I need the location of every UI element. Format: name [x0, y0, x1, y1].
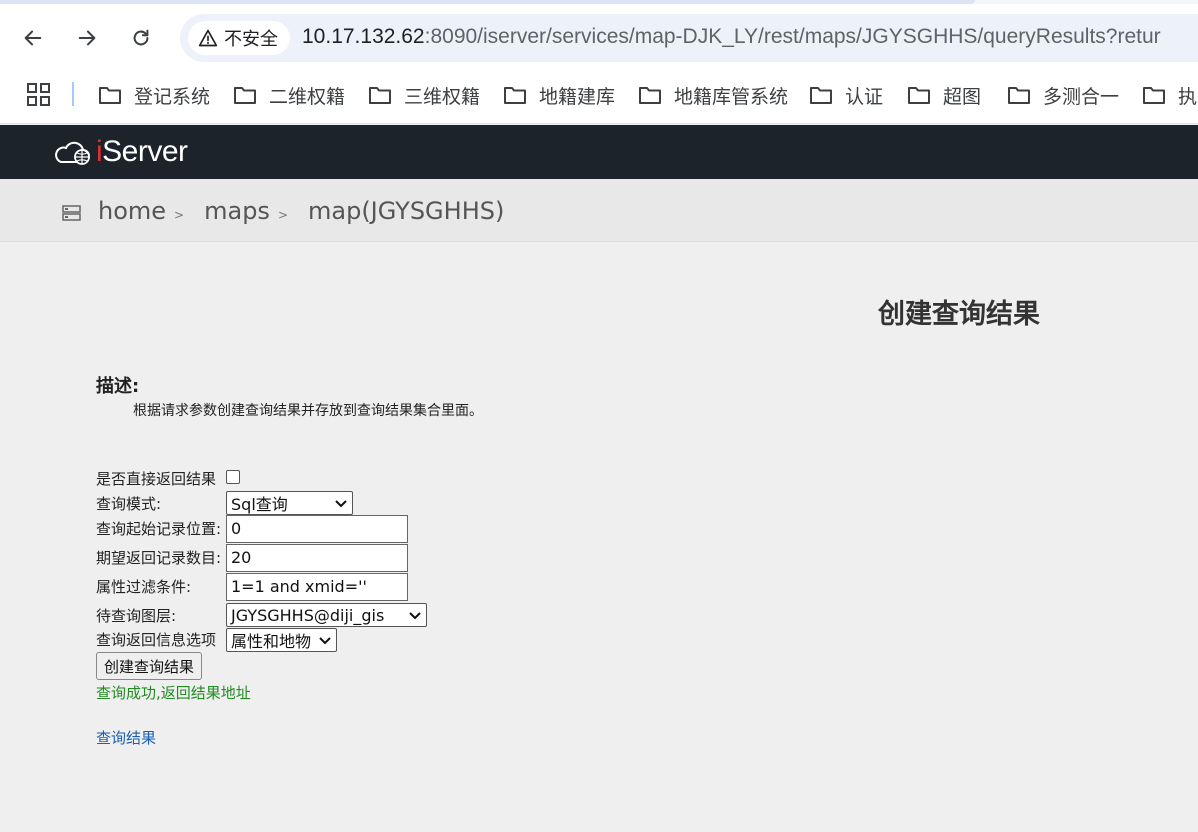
- iserver-header: iServer: [0, 125, 1198, 179]
- folder-icon: [369, 87, 391, 104]
- filter-input[interactable]: 1=1 and xmid='': [226, 573, 408, 601]
- folder-icon: [99, 87, 121, 104]
- url-text[interactable]: 10.17.132.62:8090/iserver/services/map-D…: [302, 25, 1161, 49]
- bookmark-label: 登记系统: [134, 85, 211, 108]
- breadcrumb-trail: home > maps > map(JGYSGHHS): [98, 197, 504, 225]
- breadcrumb: home > maps > map(JGYSGHHS): [0, 179, 1198, 242]
- create-query-button[interactable]: 创建查询结果: [96, 652, 203, 680]
- bookmark-folder[interactable]: 登记系统: [98, 80, 210, 110]
- iserver-logo[interactable]: iServer: [52, 133, 188, 171]
- bookmark-label: 多测合一: [1043, 85, 1120, 108]
- filter-label: 属性过滤条件:: [96, 578, 192, 596]
- apps-grid-icon[interactable]: [26, 82, 52, 108]
- bookmarks-bar: 登记系统 二维权籍 三维权籍 地籍建库 地籍库管系统 认证 超图 多测合一 执: [0, 68, 1198, 124]
- chevron-down-icon: [409, 612, 421, 620]
- layer-label: 待查询图层:: [96, 607, 177, 625]
- folder-icon: [504, 87, 526, 104]
- folder-icon: [1008, 87, 1030, 104]
- return-direct-label: 是否直接返回结果: [96, 470, 217, 488]
- bookmark-label: 执: [1178, 85, 1198, 108]
- warning-icon: [198, 29, 218, 47]
- start-record-input[interactable]: 0: [226, 515, 408, 543]
- logo-server: Server: [102, 135, 188, 168]
- breadcrumb-home[interactable]: home: [98, 197, 166, 225]
- back-arrow-icon: [24, 30, 42, 46]
- breadcrumb-maps[interactable]: maps: [204, 197, 270, 225]
- back-button[interactable]: [15, 20, 51, 56]
- address-bar[interactable]: 不安全 10.17.132.62:8090/iserver/services/m…: [180, 14, 1198, 62]
- bookmarks-separator: [72, 82, 74, 106]
- chevron-down-icon: [319, 637, 331, 645]
- folder-icon: [234, 87, 256, 104]
- layer-select[interactable]: JGYSGHHS@diji_gis: [226, 603, 427, 627]
- bookmark-folder[interactable]: 超图: [907, 80, 981, 110]
- chevron-down-icon: [335, 500, 347, 508]
- bookmark-label: 三维权籍: [404, 85, 481, 108]
- bookmark-label: 二维权籍: [269, 85, 346, 108]
- bookmark-folder[interactable]: 认证: [809, 80, 883, 110]
- bookmark-label: 超图: [943, 85, 982, 108]
- security-indicator[interactable]: 不安全: [188, 21, 290, 55]
- layer-value: JGYSGHHS@diji_gis: [231, 605, 385, 625]
- bookmark-label: 地籍建库: [539, 85, 616, 108]
- logo-text: iServer: [96, 135, 188, 169]
- description-text: 根据请求参数创建查询结果并存放到查询结果集合里面。: [133, 403, 483, 419]
- breadcrumb-current[interactable]: map(JGYSGHHS): [308, 197, 504, 225]
- cloud-globe-icon: [55, 141, 90, 165]
- server-icon: [62, 205, 81, 221]
- bookmark-label: 认证: [845, 85, 884, 108]
- return-option-select[interactable]: 属性和地物: [226, 628, 337, 652]
- security-label: 不安全: [224, 29, 278, 50]
- folder-icon: [1143, 87, 1165, 104]
- query-mode-select[interactable]: Sql查询: [226, 491, 353, 515]
- url-host: 10.17.132.62: [302, 25, 425, 48]
- folder-icon: [810, 87, 832, 104]
- bookmark-folder[interactable]: 执: [1142, 80, 1197, 110]
- browser-toolbar: 不安全 10.17.132.62:8090/iserver/services/m…: [0, 4, 1198, 68]
- reload-icon: [133, 29, 149, 46]
- expect-count-label: 期望返回记录数目:: [96, 549, 222, 567]
- forward-button[interactable]: [69, 20, 105, 56]
- bookmark-folder[interactable]: 多测合一: [1007, 80, 1119, 110]
- folder-icon: [908, 87, 930, 104]
- bookmark-folder[interactable]: 三维权籍: [368, 80, 480, 110]
- folder-icon: [639, 87, 661, 104]
- forward-arrow-icon: [78, 30, 96, 46]
- return-direct-checkbox[interactable]: [226, 470, 240, 484]
- reload-button[interactable]: [123, 20, 159, 56]
- return-option-value: 属性和地物: [231, 632, 312, 651]
- success-message: 查询成功,返回结果地址: [96, 684, 251, 702]
- bookmark-folder[interactable]: 二维权籍: [233, 80, 345, 110]
- query-result-link[interactable]: 查询结果: [96, 727, 156, 748]
- bookmark-label: 地籍库管系统: [674, 85, 789, 108]
- query-mode-label: 查询模式:: [96, 495, 162, 513]
- page-title: 创建查询结果: [878, 299, 1040, 330]
- url-path: :8090/iserver/services/map-DJK_LY/rest/m…: [424, 25, 1161, 48]
- bookmark-folder[interactable]: 地籍库管系统: [638, 80, 788, 110]
- expect-count-input[interactable]: 20: [226, 544, 408, 572]
- query-mode-value: Sql查询: [231, 495, 288, 514]
- bookmark-folder[interactable]: 地籍建库: [503, 80, 615, 110]
- description-heading: 描述:: [96, 376, 140, 397]
- breadcrumb-separator: >: [174, 208, 185, 222]
- breadcrumb-separator: >: [277, 208, 288, 222]
- start-record-label: 查询起始记录位置:: [96, 520, 222, 538]
- return-option-label: 查询返回信息选项: [96, 631, 217, 649]
